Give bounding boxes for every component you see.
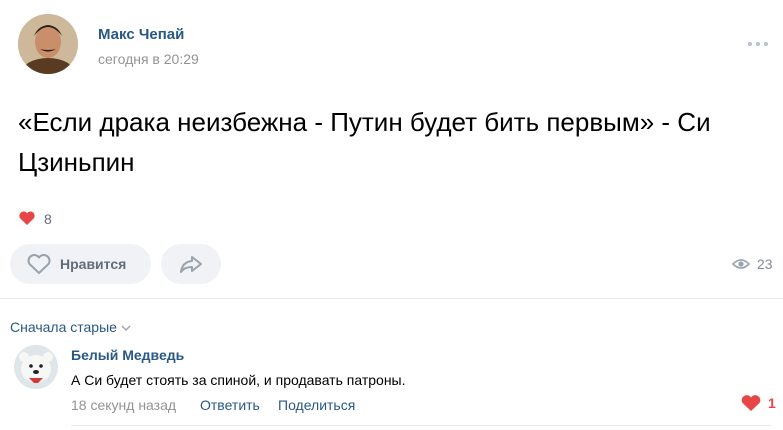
author-avatar[interactable] [18,14,78,74]
comment-divider [71,425,771,426]
like-button-label: Нравится [60,256,127,272]
comment-author-name[interactable]: Белый Медведь [71,347,184,363]
like-button[interactable]: Нравится [10,244,151,284]
heart-icon[interactable] [16,207,38,229]
post-timestamp[interactable]: сегодня в 20:29 [98,51,199,67]
post-text: «Если драка неизбежна - Путин будет бить… [18,107,711,177]
views-count: 23 [757,256,773,272]
share-button[interactable] [161,244,221,284]
comment-timestamp[interactable]: 18 секунд назад [71,397,176,413]
comment-text: А Си будет стоять за спиной, и продавать… [71,372,406,388]
post-author-name[interactable]: Макс Чепай [98,26,184,43]
eye-icon [731,257,751,276]
reactions-count[interactable]: 8 [44,211,52,227]
chevron-down-icon [121,325,131,331]
comments-sort-label: Сначала старые [10,319,117,335]
share-comment-link[interactable]: Поделиться [278,397,355,413]
comment-avatar[interactable] [14,345,58,389]
comment-like-count: 1 [768,395,776,411]
comments-sort-toggle[interactable]: Сначала старые [10,319,131,335]
comment-like-button[interactable]: 1 [740,394,776,412]
share-icon [180,256,202,273]
divider [0,298,783,299]
more-icon[interactable] [748,38,772,50]
heart-outline-icon [27,254,51,274]
reply-link[interactable]: Ответить [200,397,260,413]
heart-icon [741,395,761,411]
